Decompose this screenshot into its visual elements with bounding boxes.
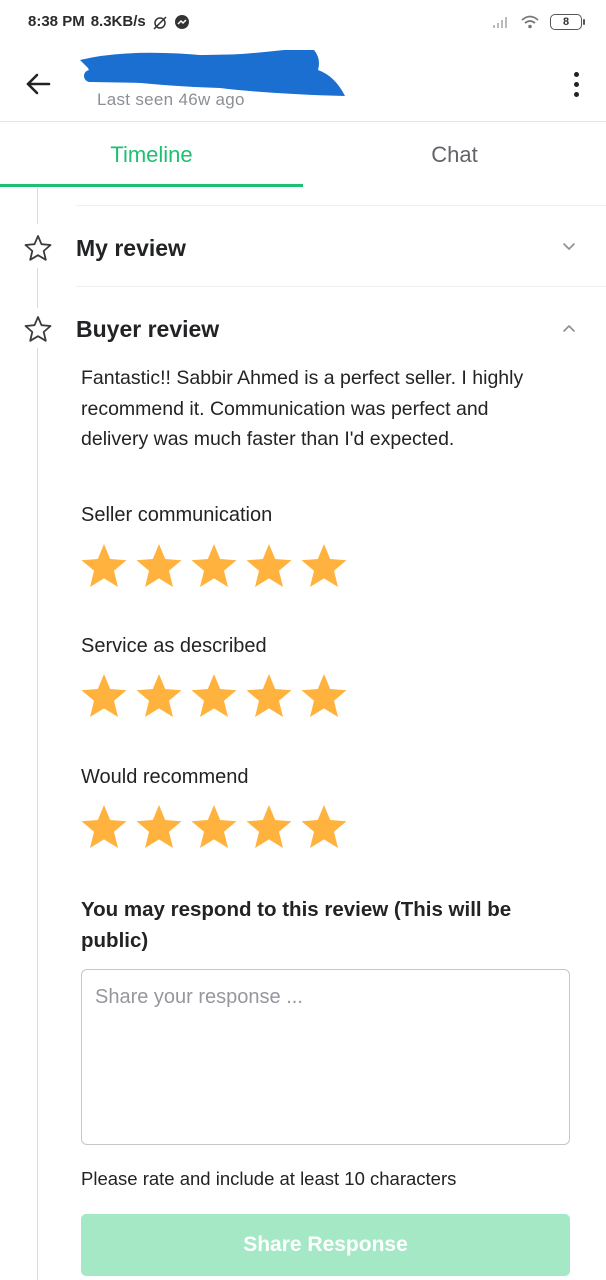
battery-icon: 8 xyxy=(550,14,585,30)
back-button[interactable] xyxy=(22,68,54,100)
tab-bar: Timeline Chat xyxy=(0,123,606,187)
last-seen-status: Last seen 46w ago xyxy=(97,90,245,109)
rating-label-service-as-described: Service as described xyxy=(81,635,267,657)
star-filled-icon xyxy=(301,805,347,848)
stars-would-recommend xyxy=(80,804,348,850)
stars-service-as-described xyxy=(80,673,348,719)
chevron-up-icon xyxy=(563,325,575,332)
chevron-down-icon xyxy=(563,243,575,250)
status-time: 8:38 PM xyxy=(28,13,85,30)
my-review-title: My review xyxy=(76,235,186,261)
star-filled-icon xyxy=(81,544,127,587)
buyer-review-title: Buyer review xyxy=(76,316,220,342)
signal-icon xyxy=(493,17,507,28)
alarm-off-icon xyxy=(153,15,167,30)
my-review-header[interactable]: My review xyxy=(0,222,606,272)
divider xyxy=(76,286,606,287)
star-filled-icon xyxy=(246,805,292,848)
star-filled-icon xyxy=(136,544,182,587)
star-filled-icon xyxy=(136,805,182,848)
share-response-button[interactable]: Share Response xyxy=(81,1214,570,1276)
status-bar: 8:38 PM 8.3KB/s 8 xyxy=(0,0,606,46)
timeline-line xyxy=(37,348,38,1280)
star-filled-icon xyxy=(191,674,237,717)
rating-label-would-recommend: Would recommend xyxy=(81,766,249,788)
star-filled-icon xyxy=(191,805,237,848)
buyer-review-text: Fantastic!! Sabbir Ahmed is a perfect se… xyxy=(81,367,524,450)
tab-chat[interactable]: Chat xyxy=(303,123,606,187)
timeline-line xyxy=(37,188,38,224)
star-filled-icon xyxy=(191,544,237,587)
more-options-button[interactable] xyxy=(566,68,586,100)
stars-seller-communication xyxy=(80,543,348,589)
respond-title: You may respond to this review (This wil… xyxy=(81,898,512,952)
arrow-left-icon xyxy=(26,73,51,95)
star-outline-icon xyxy=(24,315,52,343)
conversation-header: Last seen 46w ago xyxy=(0,46,606,122)
tab-timeline[interactable]: Timeline xyxy=(0,123,303,187)
timeline-line xyxy=(37,268,38,308)
more-vertical-icon xyxy=(573,71,579,77)
divider xyxy=(76,205,606,206)
star-filled-icon xyxy=(136,674,182,717)
battery-level: 8 xyxy=(562,16,570,28)
status-left: 8:38 PM 8.3KB/s xyxy=(28,13,190,30)
response-input[interactable] xyxy=(81,969,570,1145)
response-hint: Please rate and include at least 10 char… xyxy=(81,1168,457,1189)
star-filled-icon xyxy=(246,544,292,587)
messenger-icon xyxy=(174,14,189,29)
star-filled-icon xyxy=(81,805,127,848)
star-filled-icon xyxy=(301,674,347,717)
buyer-review-header[interactable]: Buyer review xyxy=(0,303,606,353)
rating-label-seller-communication: Seller communication xyxy=(81,504,273,526)
star-filled-icon xyxy=(246,674,292,717)
star-outline-icon xyxy=(24,234,52,262)
star-filled-icon xyxy=(81,674,127,717)
network-speed: 8.3KB/s xyxy=(90,13,146,30)
wifi-icon xyxy=(521,15,539,29)
star-filled-icon xyxy=(301,544,347,587)
status-right: 8 xyxy=(492,14,585,30)
